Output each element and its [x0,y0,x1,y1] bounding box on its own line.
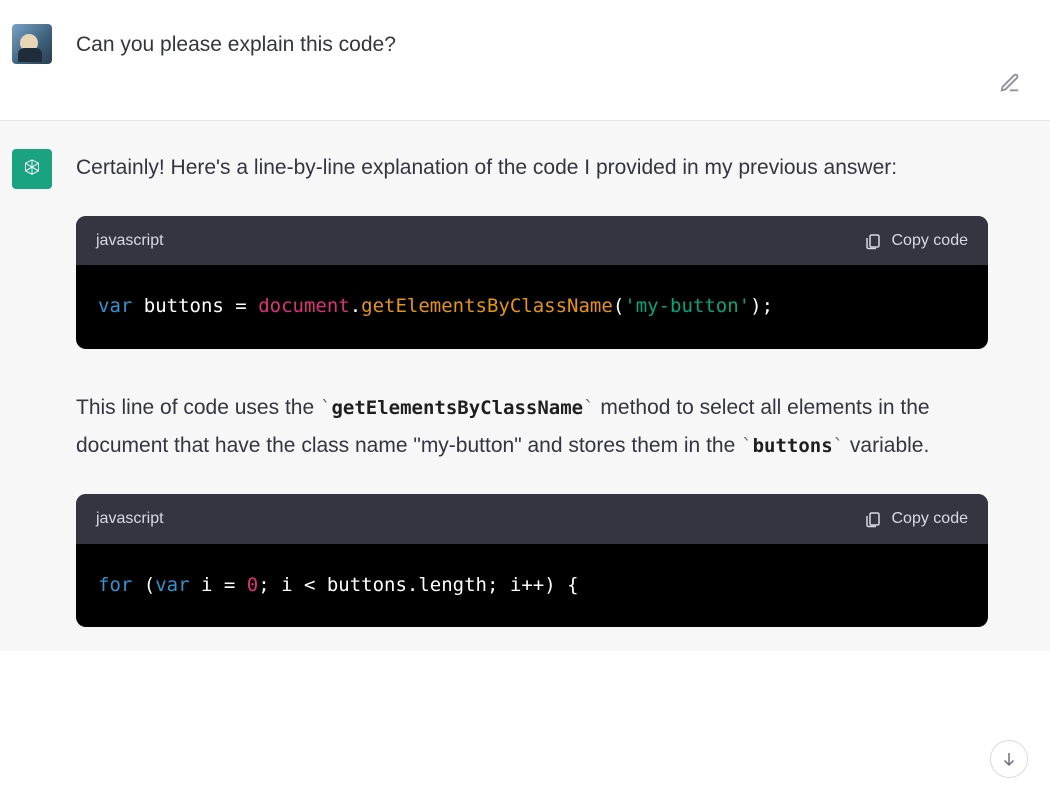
copy-code-button-2[interactable]: Copy code [864,510,969,528]
code-block-1-header: javascript Copy code [76,216,988,266]
assistant-message-row: Certainly! Here's a line-by-line explana… [0,121,1050,651]
inline-code-getelements: getElementsByClassName [331,397,583,419]
clipboard-icon [864,510,882,528]
assistant-intro-text: Certainly! Here's a line-by-line explana… [76,149,988,188]
code-block-1: javascript Copy code var buttons = docum… [76,216,988,349]
inline-code-buttons: buttons [753,435,833,457]
openai-logo-icon [19,156,45,182]
clipboard-icon [864,232,882,250]
code-block-2-language: javascript [96,504,164,534]
copy-code-label-2: Copy code [892,510,969,528]
user-message-text: Can you please explain this code? [76,24,988,62]
assistant-message-content: Certainly! Here's a line-by-line explana… [76,149,1036,627]
copy-code-button-1[interactable]: Copy code [864,232,969,250]
code-block-1-body: var buttons = document.getElementsByClas… [76,265,988,348]
user-avatar [12,24,52,64]
user-message-row: Can you please explain this code? [0,0,1050,121]
assistant-explain-1: This line of code uses the `getElementsB… [76,389,988,467]
user-message-content: Can you please explain this code? [76,24,1036,64]
scroll-to-bottom-button[interactable] [990,740,1028,778]
code-block-2: javascript Copy code for (var i = 0; i <… [76,494,988,627]
copy-code-label-1: Copy code [892,232,969,250]
explain-1-pre: This line of code uses the [76,396,320,419]
code-block-2-body: for (var i = 0; i < buttons.length; i++)… [76,544,988,627]
edit-message-button[interactable] [998,72,1022,96]
code-block-2-header: javascript Copy code [76,494,988,544]
code-block-1-language: javascript [96,226,164,256]
arrow-down-icon [1000,750,1018,768]
edit-icon [999,72,1021,94]
explain-1-post: variable. [844,434,929,457]
assistant-avatar [12,149,52,189]
